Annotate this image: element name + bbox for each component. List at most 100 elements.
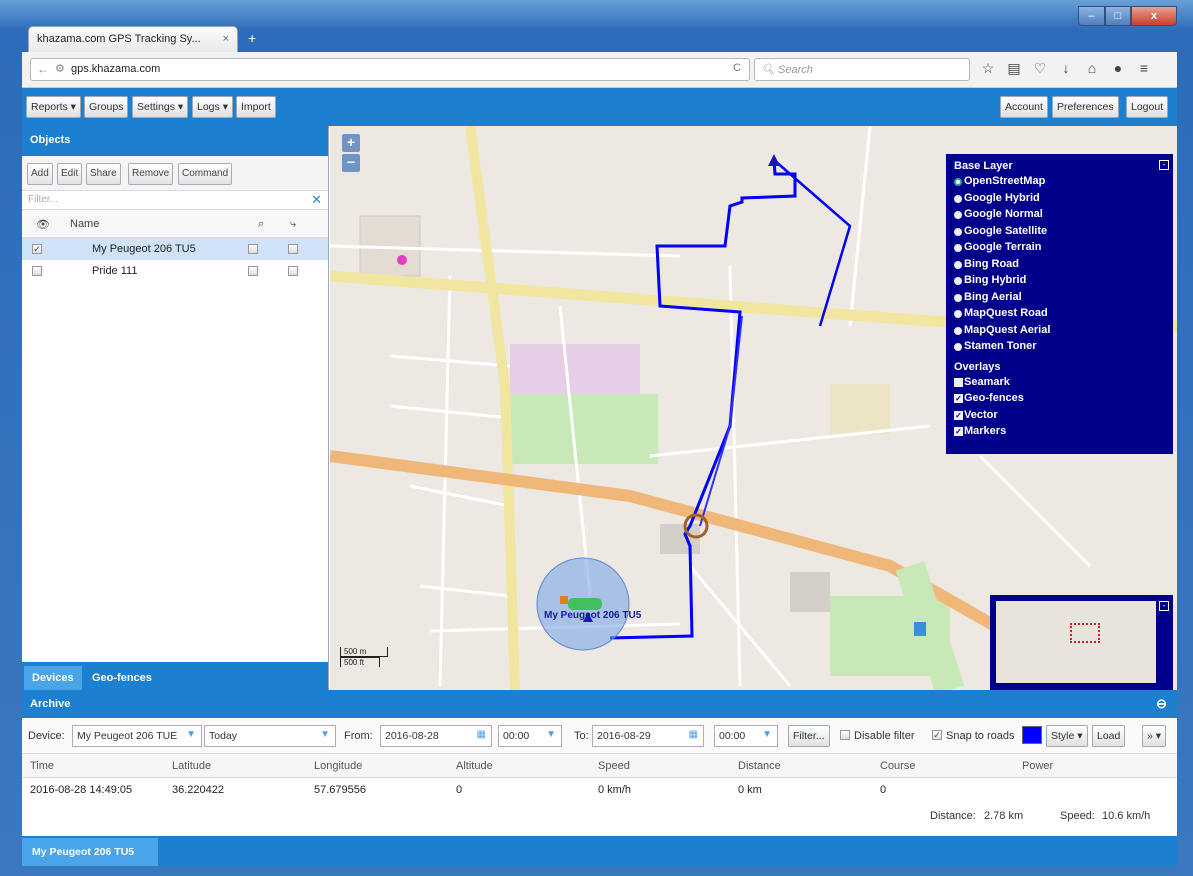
follow-checkbox[interactable] — [248, 244, 258, 254]
base-layer-option[interactable]: Bing Road — [954, 258, 1165, 275]
radio-icon[interactable] — [954, 260, 962, 269]
tab-geo-fences[interactable]: Geo-fences — [84, 666, 160, 690]
preferences-button[interactable]: Preferences — [1052, 96, 1119, 118]
more-button[interactable]: » ▾ — [1142, 725, 1167, 747]
base-layer-option[interactable]: Google Hybrid — [954, 192, 1165, 209]
base-layer-option[interactable]: Bing Aerial — [954, 291, 1165, 308]
period-select[interactable]: Today ▼ — [204, 725, 336, 747]
clear-filter-icon[interactable]: ✕ — [311, 192, 322, 208]
download-icon[interactable]: ↓ — [1058, 60, 1074, 77]
edit-button[interactable]: Edit — [57, 163, 83, 185]
checkbox-checked-icon[interactable]: ✓ — [954, 427, 963, 436]
browser-tab[interactable]: khazama.com GPS Tracking Sy... × — [28, 26, 238, 52]
dropdown-arrow-icon[interactable]: ▼ — [546, 729, 556, 740]
radio-icon[interactable] — [954, 194, 962, 203]
power-column-header[interactable]: Power — [1022, 760, 1053, 772]
base-layer-option[interactable]: Google Terrain — [954, 241, 1165, 258]
distance-column-header[interactable]: Distance — [738, 760, 781, 772]
radio-icon[interactable] — [954, 211, 962, 219]
to-date-input[interactable]: 2016-08-29 ▦ — [592, 725, 704, 747]
vehicle-marker-label[interactable]: My Peugeot 206 TU5 — [544, 610, 641, 621]
base-layer-option[interactable]: Google Satellite — [954, 225, 1165, 242]
altitude-column-header[interactable]: Altitude — [456, 760, 493, 772]
follow-checkbox[interactable] — [248, 266, 258, 276]
logs-menu-button[interactable]: Logs ▾ — [192, 96, 233, 118]
account-button[interactable]: Account — [1000, 96, 1048, 118]
snap-to-roads-checkbox[interactable]: ✓ — [932, 730, 942, 740]
share-button[interactable]: Share — [86, 163, 121, 185]
reports-menu-button[interactable]: Reports ▾ — [26, 96, 81, 118]
groups-button[interactable]: Groups — [84, 96, 129, 118]
dropdown-arrow-icon[interactable]: ▼ — [762, 729, 772, 740]
calendar-icon[interactable]: ▦ — [689, 729, 698, 740]
layer-switcher-minimize-button[interactable]: - — [1159, 160, 1169, 170]
objects-filter-input[interactable]: Filter... ✕ — [22, 190, 328, 210]
home-icon[interactable]: ⌂ — [1084, 60, 1100, 77]
tail-icon[interactable]: ⤷ — [290, 218, 296, 231]
track-color-swatch[interactable] — [1022, 726, 1042, 744]
bookmark-star-icon[interactable]: ☆ — [980, 60, 996, 77]
base-layer-option[interactable]: Google Normal — [954, 208, 1165, 225]
radio-icon[interactable] — [954, 277, 962, 285]
list-item[interactable]: Pride 111 — [22, 260, 328, 282]
radio-icon[interactable] — [954, 326, 962, 335]
close-tab-icon[interactable]: × — [223, 33, 229, 45]
time-column-header[interactable]: Time — [30, 760, 54, 772]
style-button[interactable]: Style ▾ — [1046, 725, 1088, 747]
load-button[interactable]: Load — [1092, 725, 1126, 747]
chat-icon[interactable]: ● — [1110, 60, 1126, 77]
logout-button[interactable]: Logout — [1126, 96, 1169, 118]
follow-search-icon[interactable]: ⌕ — [258, 218, 264, 231]
overlay-option[interactable]: Seamark — [954, 376, 1165, 393]
radio-icon[interactable] — [954, 310, 962, 318]
speed-column-header[interactable]: Speed — [598, 760, 630, 772]
import-button[interactable]: Import — [236, 96, 276, 118]
reload-icon[interactable]: C — [733, 62, 741, 74]
radio-icon[interactable] — [954, 293, 962, 302]
base-layer-option[interactable]: MapQuest Aerial — [954, 324, 1165, 341]
dropdown-arrow-icon[interactable]: ▼ — [320, 729, 330, 740]
overlay-option[interactable]: ✓ Markers — [954, 425, 1165, 442]
base-layer-option[interactable]: MapQuest Road — [954, 307, 1165, 324]
close-window-button[interactable]: x — [1131, 6, 1177, 26]
overlay-option[interactable]: ✓ Vector — [954, 409, 1165, 426]
device-select[interactable]: My Peugeot 206 TUE ▼ — [72, 725, 202, 747]
remove-button[interactable]: Remove — [128, 163, 174, 185]
new-tab-button[interactable]: + — [248, 30, 256, 46]
radio-icon[interactable] — [954, 227, 962, 236]
visibility-eye-icon[interactable]: 👁︎ — [36, 218, 50, 231]
radio-icon[interactable] — [954, 343, 962, 351]
map-view[interactable]: + − My Peugeot 206 TU5 500 m 500 ft - Ba… — [330, 126, 1177, 690]
table-row[interactable]: 2016-08-28 14:49:05 36.220422 57.679556 … — [22, 778, 1177, 800]
from-date-input[interactable]: 2016-08-28 ▦ — [380, 725, 492, 747]
pocket-icon[interactable]: ♡ — [1032, 60, 1048, 77]
calendar-icon[interactable]: ▦ — [477, 729, 486, 740]
filter-button[interactable]: Filter... — [788, 725, 830, 747]
overview-map[interactable]: - — [990, 595, 1173, 690]
radio-icon[interactable] — [954, 244, 962, 252]
browser-search-input[interactable]: 🔍︎ Search — [754, 58, 970, 81]
list-item[interactable]: ✓ My Peugeot 206 TU5 — [22, 238, 328, 260]
radio-selected-icon[interactable] — [954, 178, 962, 186]
from-time-select[interactable]: 00:00 ▼ — [498, 725, 562, 747]
reading-list-icon[interactable]: ▤ — [1006, 60, 1022, 77]
visibility-checkbox[interactable]: ✓ — [32, 244, 42, 254]
maximize-button[interactable]: □ — [1105, 6, 1131, 26]
checkbox-icon[interactable] — [954, 377, 963, 387]
checkbox-checked-icon[interactable]: ✓ — [954, 394, 963, 403]
tail-checkbox[interactable] — [288, 244, 298, 254]
address-bar[interactable]: ← ⚙ gps.khazama.com C — [30, 58, 750, 81]
tab-devices[interactable]: Devices — [24, 666, 82, 690]
dropdown-arrow-icon[interactable]: ▼ — [186, 729, 196, 740]
name-column-header[interactable]: Name — [70, 218, 99, 230]
zoom-out-button[interactable]: − — [342, 154, 360, 172]
checkbox-checked-icon[interactable]: ✓ — [954, 410, 963, 420]
overview-map-canvas[interactable] — [996, 601, 1156, 683]
add-button[interactable]: Add — [27, 163, 53, 185]
course-column-header[interactable]: Course — [880, 760, 915, 772]
base-layer-option[interactable]: OpenStreetMap — [954, 175, 1165, 192]
disable-filter-checkbox[interactable] — [840, 730, 850, 740]
longitude-column-header[interactable]: Longitude — [314, 760, 362, 772]
base-layer-option[interactable]: Bing Hybrid — [954, 274, 1165, 291]
visibility-checkbox[interactable] — [32, 266, 42, 276]
